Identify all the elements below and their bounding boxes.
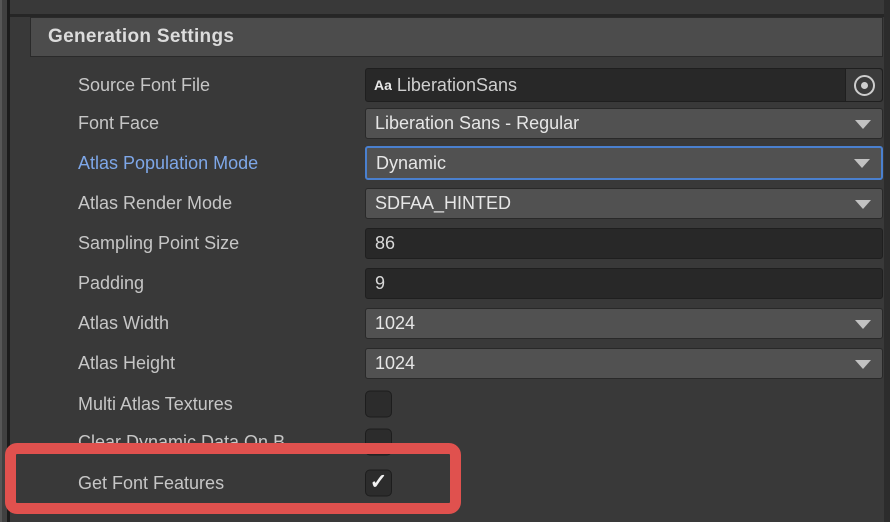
row-padding: Padding (0, 268, 883, 299)
row-atlas-render-mode: Atlas Render Mode SDFAA_HINTED (0, 188, 883, 219)
row-atlas-height: Atlas Height 1024 (0, 348, 883, 379)
field-label: Atlas Height (78, 353, 175, 374)
row-font-face: Font Face Liberation Sans - Regular (0, 108, 883, 139)
row-get-font-features: Get Font Features ✓ (0, 468, 883, 498)
chevron-down-icon (855, 200, 871, 209)
field-label: Sampling Point Size (78, 233, 239, 254)
object-picker-button[interactable] (845, 69, 882, 101)
atlas-height-dropdown[interactable]: 1024 (365, 348, 883, 379)
field-label: Get Font Features (78, 473, 224, 494)
row-sampling-point-size: Sampling Point Size (0, 228, 883, 259)
dropdown-value: 1024 (375, 353, 415, 374)
clear-dynamic-data-checkbox[interactable]: ✓ (365, 429, 392, 456)
row-atlas-width: Atlas Width 1024 (0, 308, 883, 339)
section-title: Generation Settings (48, 26, 234, 48)
row-atlas-population-mode: Atlas Population Mode Dynamic (0, 146, 883, 180)
dropdown-value: 1024 (375, 313, 415, 334)
field-label: Atlas Render Mode (78, 193, 232, 214)
chevron-down-icon (854, 159, 870, 168)
field-label: Atlas Width (78, 313, 169, 334)
dropdown-value: Liberation Sans - Regular (375, 113, 579, 134)
source-font-file-object-field[interactable]: Aa LiberationSans (365, 68, 883, 102)
chevron-down-icon (855, 120, 871, 129)
field-label: Source Font File (78, 75, 210, 96)
field-label: Atlas Population Mode (78, 153, 258, 174)
row-source-font-file: Source Font File Aa LiberationSans (0, 68, 883, 102)
panel-right-edge (884, 0, 890, 522)
checkmark-icon: ✓ (370, 472, 388, 493)
field-label: Clear Dynamic Data On B (78, 432, 285, 453)
field-label: Multi Atlas Textures (78, 394, 233, 415)
row-multi-atlas-textures: Multi Atlas Textures ✓ (0, 390, 883, 418)
atlas-render-mode-dropdown[interactable]: SDFAA_HINTED (365, 188, 883, 219)
dropdown-value: SDFAA_HINTED (375, 193, 511, 214)
generation-settings-header[interactable]: Generation Settings (30, 17, 883, 57)
object-field-value: LiberationSans (397, 75, 517, 96)
atlas-width-dropdown[interactable]: 1024 (365, 308, 883, 339)
font-face-dropdown[interactable]: Liberation Sans - Regular (365, 108, 883, 139)
sampling-point-size-input[interactable] (365, 228, 883, 259)
atlas-population-mode-dropdown[interactable]: Dynamic (365, 146, 883, 180)
row-clear-dynamic-data: Clear Dynamic Data On B ✓ (0, 428, 883, 456)
multi-atlas-textures-checkbox[interactable]: ✓ (365, 391, 392, 418)
field-label: Font Face (78, 113, 159, 134)
font-asset-icon: Aa (374, 77, 392, 93)
chevron-down-icon (855, 320, 871, 329)
field-label: Padding (78, 273, 144, 294)
get-font-features-checkbox[interactable]: ✓ (365, 470, 392, 497)
padding-input[interactable] (365, 268, 883, 299)
chevron-down-icon (855, 360, 871, 369)
object-picker-icon (854, 75, 875, 96)
dropdown-value: Dynamic (376, 153, 446, 174)
